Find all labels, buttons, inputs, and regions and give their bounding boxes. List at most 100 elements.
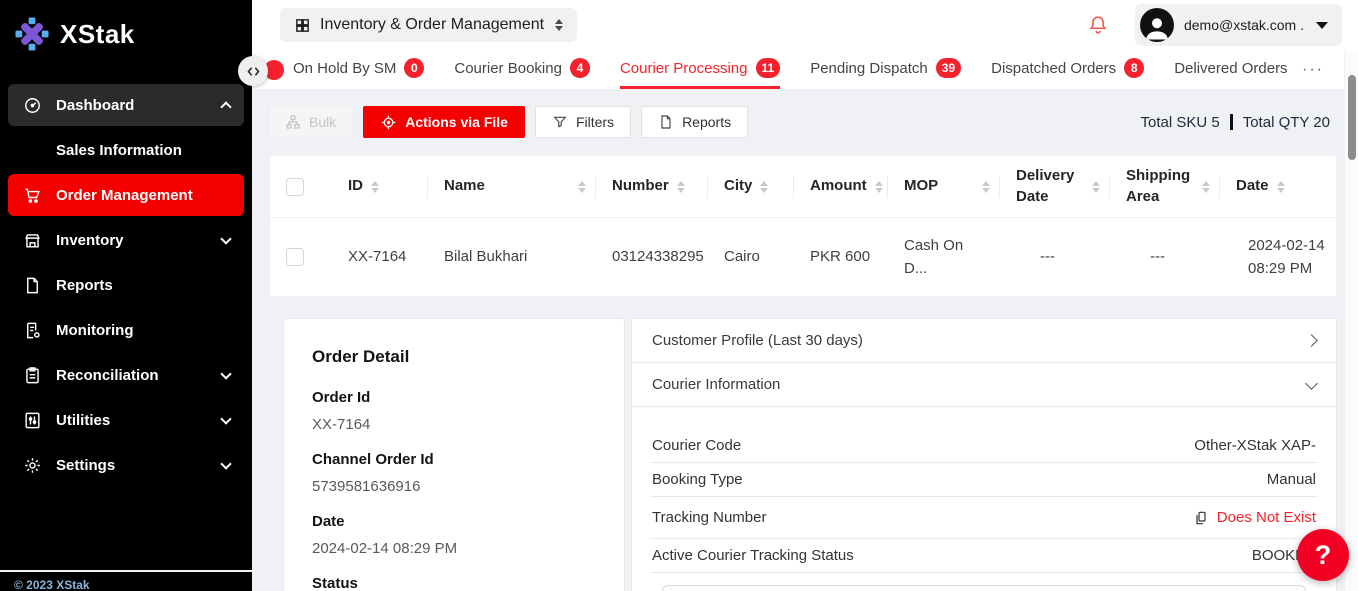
sidebar-footer: © 2023 XStak <box>0 570 252 591</box>
sidebar-item-order-management[interactable]: Order Management <box>8 174 244 216</box>
filters-button[interactable]: Filters <box>535 106 631 138</box>
column-header-number[interactable]: Number <box>596 156 708 218</box>
customer-profile-title: Customer Profile (Last 30 days) <box>652 332 863 349</box>
dashboard-gauge-icon <box>22 95 42 115</box>
column-header-amount[interactable]: Amount <box>794 156 888 218</box>
column-header-delivery-date[interactable]: Delivery Date <box>1000 156 1110 218</box>
sidebar-item-label: Order Management <box>56 187 193 204</box>
xstak-logo-icon <box>14 16 50 52</box>
order-detail-title: Order Detail <box>312 347 596 367</box>
sort-icon <box>1092 181 1100 193</box>
tabs-overflow-button[interactable]: ··· <box>1292 50 1324 90</box>
sort-icon <box>760 181 768 193</box>
filters-label: Filters <box>576 114 614 130</box>
cell-city: Cairo <box>708 218 794 296</box>
sidebar-item-label: Dashboard <box>56 97 134 114</box>
courier-code-label: Courier Code <box>652 437 741 454</box>
orders-table: ID Name Number City Amount MOP <box>270 156 1336 296</box>
sidebar-item-sales-information[interactable]: Sales Information <box>8 130 244 170</box>
logo-text: XStak <box>60 19 135 50</box>
column-header-name[interactable]: Name <box>428 156 596 218</box>
sidebar-item-label: Inventory <box>56 232 124 249</box>
column-header-id[interactable]: ID <box>320 156 428 218</box>
account-email: demo@xstak.com . <box>1184 17 1304 33</box>
column-header-shipping-area[interactable]: Shipping Area <box>1110 156 1220 218</box>
file-icon <box>22 275 42 295</box>
booking-type-row: Booking Type Manual <box>650 463 1318 497</box>
main-content: Inventory & Order Management demo@xstak.… <box>252 0 1358 591</box>
sort-icon <box>677 181 685 193</box>
channel-order-id-label: Channel Order Id <box>312 451 596 468</box>
notification-bell-icon[interactable] <box>1087 14 1109 36</box>
sort-icon <box>1277 181 1285 193</box>
tab-label: Pending Dispatch <box>810 60 928 77</box>
reports-button[interactable]: Reports <box>641 106 748 138</box>
tab-label: On Hold By SM <box>293 60 396 77</box>
file-gear-icon <box>22 320 42 340</box>
sidebar-item-label: Utilities <box>56 412 110 429</box>
row-checkbox-cell <box>270 218 320 296</box>
logo[interactable]: XStak <box>0 0 252 62</box>
sitemap-icon <box>285 114 301 130</box>
copy-icon[interactable] <box>1193 510 1209 526</box>
select-all-checkbox[interactable] <box>286 178 304 196</box>
bulk-button[interactable]: Bulk <box>268 106 353 138</box>
column-header-date[interactable]: Date <box>1220 156 1336 218</box>
account-menu[interactable]: demo@xstak.com . <box>1135 4 1342 46</box>
column-label: Number <box>612 176 669 196</box>
app-switcher-button[interactable]: Inventory & Order Management <box>280 8 577 42</box>
sidebar-item-monitoring[interactable]: Monitoring <box>8 309 244 351</box>
sidebar-item-settings[interactable]: Settings <box>8 444 244 486</box>
tab-courier-processing[interactable]: Courier Processing 11 <box>620 50 780 89</box>
courier-information-body: Courier Code Other-XStak XAP- Booking Ty… <box>631 407 1337 591</box>
reports-label: Reports <box>682 114 731 130</box>
detail-section: Order Detail Order Id XX-7164 Channel Or… <box>283 318 1337 591</box>
right-panel: Customer Profile (Last 30 days) Courier … <box>631 318 1337 591</box>
channel-order-id-value: 5739581636916 <box>312 478 596 495</box>
chevron-up-icon <box>220 101 231 112</box>
courier-information-accordion[interactable]: Courier Information <box>631 363 1337 407</box>
sidebar-collapse-toggle[interactable] <box>238 56 268 86</box>
help-button[interactable]: ? <box>1297 529 1349 581</box>
copyright-text: © 2023 XStak <box>14 578 90 591</box>
sidebar-item-label: Reconciliation <box>56 367 159 384</box>
chevron-down-icon <box>220 233 231 244</box>
tab-count-badge: 11 <box>756 58 781 78</box>
vertical-scrollbar[interactable] <box>1344 52 1358 591</box>
cell-shipping-area: --- <box>1110 218 1220 296</box>
customer-profile-accordion[interactable]: Customer Profile (Last 30 days) <box>631 318 1337 363</box>
table-row[interactable]: XX-7164 Bilal Bukhari 03124338295 Cairo … <box>270 218 1336 296</box>
sidebar-nav: Dashboard Sales Information Order Manage… <box>0 84 252 486</box>
tab-pending-dispatch[interactable]: Pending Dispatch 39 <box>810 50 961 89</box>
sidebar-item-reports[interactable]: Reports <box>8 264 244 306</box>
tab-count-badge: 4 <box>570 58 590 78</box>
scrollbar-thumb[interactable] <box>1348 75 1356 160</box>
booking-type-label: Booking Type <box>652 471 743 488</box>
column-header-city[interactable]: City <box>708 156 794 218</box>
chevron-down-icon <box>1305 377 1318 390</box>
column-label: Shipping Area <box>1126 166 1194 207</box>
row-checkbox[interactable] <box>286 248 304 266</box>
column-label: Date <box>1236 176 1269 196</box>
sidebar-item-label: Reports <box>56 277 113 294</box>
sidebar-item-inventory[interactable]: Inventory <box>8 219 244 261</box>
tab-dispatched-orders[interactable]: Dispatched Orders 8 <box>991 50 1144 89</box>
cell-name: Bilal Bukhari <box>428 218 596 296</box>
tab-on-hold-by-sm[interactable]: On Hold By SM 0 <box>293 50 424 89</box>
tab-courier-booking[interactable]: Courier Booking 4 <box>454 50 590 89</box>
actions-via-file-button[interactable]: Actions via File <box>363 106 525 138</box>
target-icon <box>380 114 397 131</box>
clipped-bottom-box <box>662 585 1306 591</box>
cell-amount: PKR 600 <box>794 218 888 296</box>
sidebar-item-reconciliation[interactable]: Reconciliation <box>8 354 244 396</box>
order-status-label: Status <box>312 575 596 591</box>
column-header-mop[interactable]: MOP <box>888 156 1000 218</box>
sidebar-item-utilities[interactable]: Utilities <box>8 399 244 441</box>
chevron-down-icon <box>220 368 231 379</box>
filter-funnel-icon <box>552 114 568 130</box>
status-tabs: On Hold By SM 0 Courier Booking 4 Courie… <box>252 50 1358 90</box>
tracking-number-status: Does Not Exist <box>1217 509 1316 526</box>
cell-date: 2024-02-14 08:29 PM <box>1220 218 1336 296</box>
tracking-number-label: Tracking Number <box>652 509 766 526</box>
sidebar-item-dashboard[interactable]: Dashboard <box>8 84 244 126</box>
